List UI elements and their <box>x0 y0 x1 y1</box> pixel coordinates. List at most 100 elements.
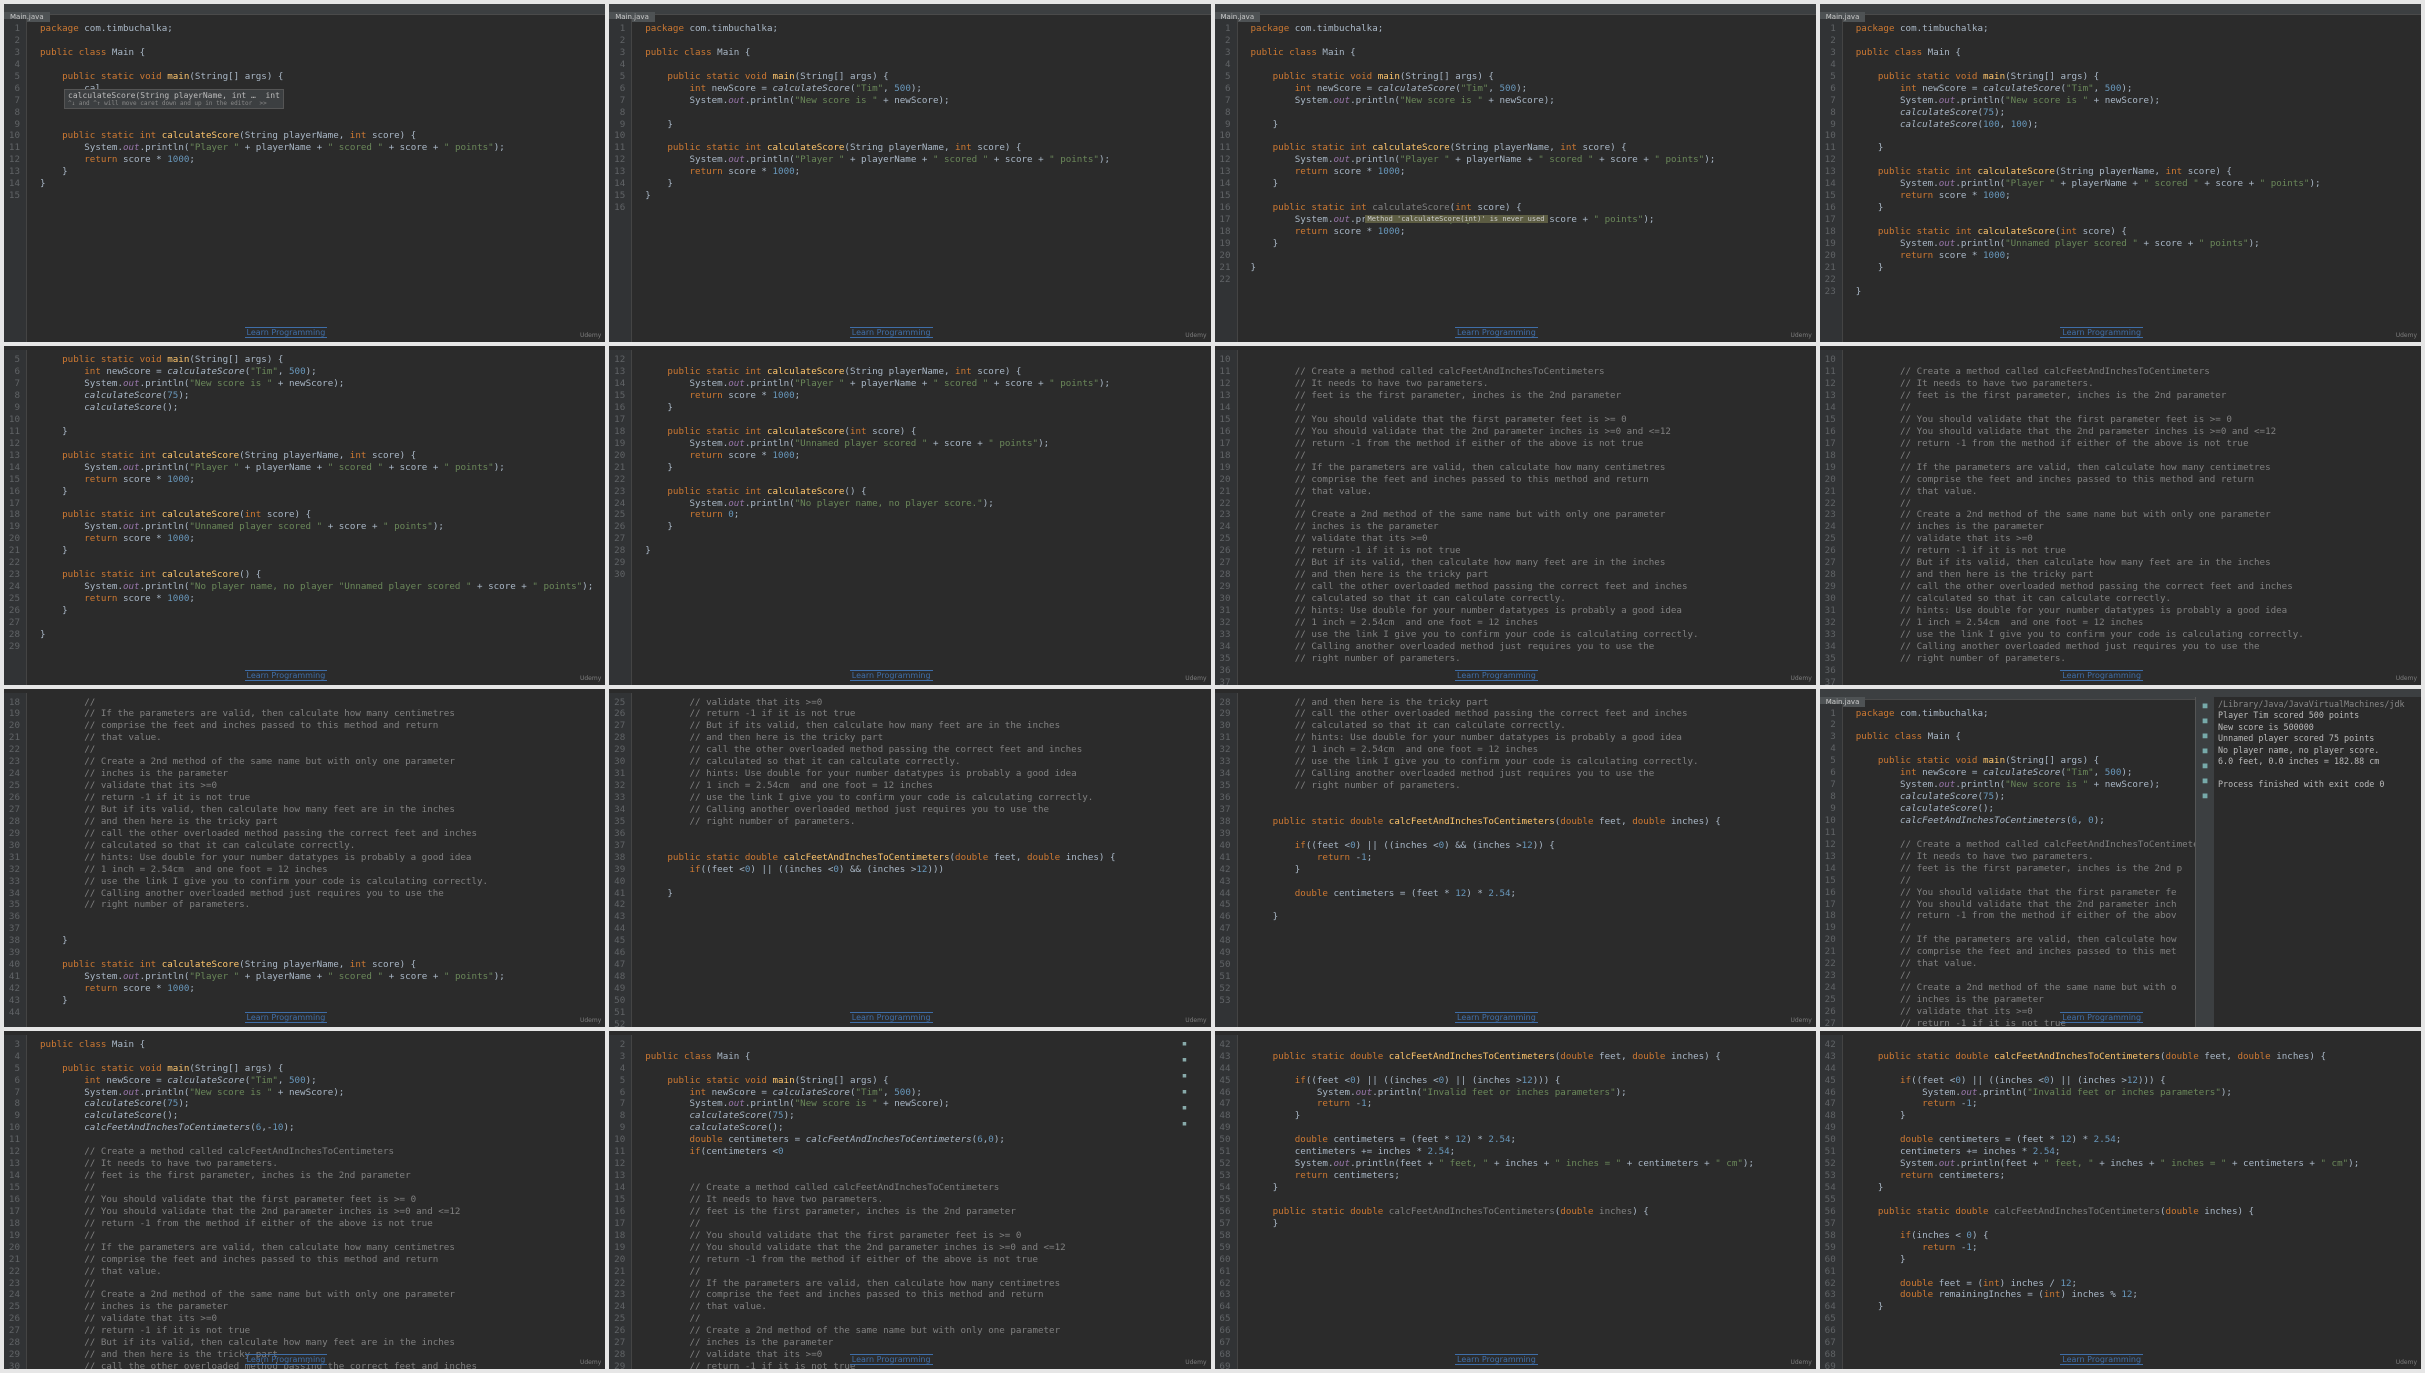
code-token: calculateScore <box>1900 106 1978 118</box>
code-area[interactable]: 5 public static void main(String[] args)… <box>4 354 605 652</box>
code-line: 35 // right number of parameters. <box>1215 780 1816 792</box>
code-token: (String[] args) { <box>794 1074 889 1086</box>
line-number: 2 <box>1830 719 1836 731</box>
code-area[interactable]: 10 11 // Create a method called calcFeetA… <box>1215 354 1816 684</box>
code-editor[interactable]: 2 3 public class Main {4 5 public static vo… <box>609 1034 1210 1369</box>
run-toolbar[interactable]: ▪ ▪ ▪ ▪ ▪ ▪ <box>1177 1039 1193 1129</box>
code-token: // 1 inch = 2.54cm and one foot = 12 inc… <box>1250 744 1539 756</box>
line-number: 50 <box>614 994 626 1006</box>
code-editor[interactable]: 1 package com.timbuchalka; 2 3 public class … <box>1819 19 2421 343</box>
line-number: 22 <box>8 1265 20 1277</box>
line-number: 15 <box>1219 413 1231 425</box>
code-area[interactable]: 1 package com.timbuchalka; 2 3 public class … <box>4 23 605 202</box>
code-editor[interactable]: 1 package com.timbuchalka; 2 3 public class … <box>609 19 1210 343</box>
run-icon[interactable]: ■ <box>2203 701 2208 710</box>
code-token: .println( <box>1372 1086 1423 1098</box>
code-editor[interactable]: 18 //19 // If the parameters are valid, … <box>4 692 605 1027</box>
code-area[interactable]: 2 3 public class Main {4 5 public static vo… <box>609 1039 1210 1369</box>
line-number: 47 <box>1824 1098 1836 1110</box>
code-token: ); <box>493 461 505 473</box>
code-area[interactable]: 3 public class Main {4 5 public static voi… <box>4 1039 605 1369</box>
code-line: 22 <box>4 557 605 569</box>
code-token: + newScore); <box>1482 94 1555 106</box>
code-token: .println( <box>1955 178 2006 190</box>
code-token: } <box>1250 1182 1279 1193</box>
code-area[interactable]: 28 // and then here is the tricky part 29… <box>1215 697 1816 1007</box>
code-token: if <box>645 863 701 875</box>
pin-icon[interactable]: ▪ <box>1182 1071 1187 1081</box>
code-token: // use the link I give you to confirm yo… <box>1250 756 1699 768</box>
code-editor[interactable]: 25 // validate that its >=0 26 // return … <box>609 692 1210 1027</box>
code-editor[interactable]: 42 43 public static double calcFeetAndInc… <box>1214 1034 1816 1369</box>
code-line: 40 if((feet <0) || ((inches <0) && (inch… <box>1215 840 1816 852</box>
line-number: 6 <box>619 1086 626 1098</box>
settings-icon[interactable]: ▪ <box>1182 1087 1187 1097</box>
code-token: // return -1 if it is not true <box>1250 545 1461 557</box>
code-token: + score + <box>2137 237 2199 249</box>
code-token: 1000 <box>1377 225 1400 237</box>
code-token: double <box>1560 815 1600 827</box>
close-icon[interactable]: ■ <box>2203 791 2208 800</box>
code-token: + inches + <box>2093 1158 2161 1170</box>
code-editor[interactable]: 3 public class Main {4 5 public static voi… <box>4 1034 605 1369</box>
stop-icon[interactable]: ■ <box>2203 716 2208 725</box>
code-token: feet, <box>993 851 1027 863</box>
code-editor[interactable]: 28 // and then here is the tricky part 29… <box>1214 692 1816 1027</box>
autocomplete-item[interactable]: calculateScore(String playerName, int … … <box>68 91 280 100</box>
code-token: System. <box>40 378 123 390</box>
code-line: 1 package com.timbuchalka; <box>1820 23 2421 35</box>
code-token: , <box>2093 82 2105 94</box>
code-line: 18 public static int calculateScore(int … <box>1820 226 2421 238</box>
code-token: // Calling another overloaded method jus… <box>1250 640 1655 652</box>
code-line: 16 public static int calculateScore(int … <box>1215 202 1816 214</box>
line-number: 22 <box>8 557 20 569</box>
print-icon[interactable]: ■ <box>2203 761 2208 770</box>
code-editor[interactable]: 10 11 // Create a method called calcFeetA… <box>1214 350 1816 685</box>
code-area[interactable]: 10 11 // Create a method called calcFeetA… <box>1820 354 2421 684</box>
code-line: 5 public static void main(String[] args)… <box>4 71 605 83</box>
code-token: System. <box>1250 154 1334 166</box>
code-area[interactable]: 12 13 public static int calculateScore(St… <box>609 354 1210 581</box>
line-number: 46 <box>1219 911 1231 923</box>
trash-icon[interactable]: ■ <box>2203 776 2208 785</box>
scroll-icon[interactable]: ■ <box>2203 746 2208 755</box>
code-token: // that value. <box>1855 485 1978 497</box>
code-area[interactable]: 1 package com.timbuchalka; 2 3 public class … <box>1820 23 2421 298</box>
code-line: 9 calculateScore(); <box>4 402 605 414</box>
code-token: // 1 inch = 2.54cm and one foot = 12 inc… <box>40 863 328 875</box>
code-editor[interactable]: 5 public static void main(String[] args)… <box>4 350 605 685</box>
code-line: 9 calculateScore(); <box>4 1110 605 1122</box>
help-icon[interactable]: ▪ <box>1182 1119 1187 1129</box>
rerun-icon[interactable]: ■ <box>2203 731 2208 740</box>
run-console[interactable]: ■ ■ ■ ■ ■ ■ ■/Library/Java/JavaVirtualMachines… <box>2195 696 2421 1027</box>
line-number: 50 <box>1219 1134 1231 1146</box>
rerun-icon[interactable]: ▪ <box>1182 1039 1187 1049</box>
code-line: 6 int newScore = calculateScore("Tim", 5… <box>609 83 1210 95</box>
code-area[interactable]: 42 43 public static double calcFeetAndInc… <box>1820 1039 2421 1369</box>
code-line: 10 <box>1820 130 2421 142</box>
close-icon[interactable]: ▪ <box>1182 1103 1187 1113</box>
code-editor[interactable]: 12 13 public static int calculateScore(St… <box>609 350 1210 685</box>
code-token: ; <box>189 473 195 485</box>
code-line: 21 // that value. <box>1820 486 2421 498</box>
code-line: 15 // You should validate that the first… <box>1820 414 2421 426</box>
code-token: // Create a 2nd method of the same name … <box>645 1325 1061 1337</box>
code-area[interactable]: 25 // validate that its >=0 26 // return … <box>609 697 1210 1027</box>
code-area[interactable]: 1 package com.timbuchalka; 2 3 public class … <box>609 23 1210 214</box>
code-token: // It needs to have two parameters. <box>1250 378 1489 390</box>
code-editor[interactable]: 1 package com.timbuchalka; 2 3 public class … <box>1214 19 1816 343</box>
code-token: out <box>728 1098 745 1110</box>
line-number: 10 <box>8 130 20 142</box>
code-line: 13 public static int calculateScore(Stri… <box>609 366 1210 378</box>
code-editor[interactable]: 10 11 // Create a method called calcFeetA… <box>1819 350 2421 685</box>
stop-icon[interactable]: ▪ <box>1182 1055 1187 1065</box>
code-area[interactable]: 1 package com.timbuchalka; 2 3 public class … <box>1215 23 1816 286</box>
code-editor[interactable]: 1 package com.timbuchalka; 2 3 public class … <box>4 19 605 343</box>
code-editor[interactable]: 42 43 public static double calcFeetAndInc… <box>1819 1034 2421 1369</box>
autocomplete-popup[interactable]: calculateScore(String playerName, int … … <box>64 89 284 109</box>
code-line: 42 <box>1215 1039 1816 1051</box>
code-area[interactable]: 18 //19 // If the parameters are valid, … <box>4 697 605 1019</box>
code-token: return <box>1250 1098 1356 1110</box>
code-area[interactable]: 42 43 public static double calcFeetAndInc… <box>1215 1039 1816 1369</box>
line-number: 9 <box>1830 803 1836 814</box>
